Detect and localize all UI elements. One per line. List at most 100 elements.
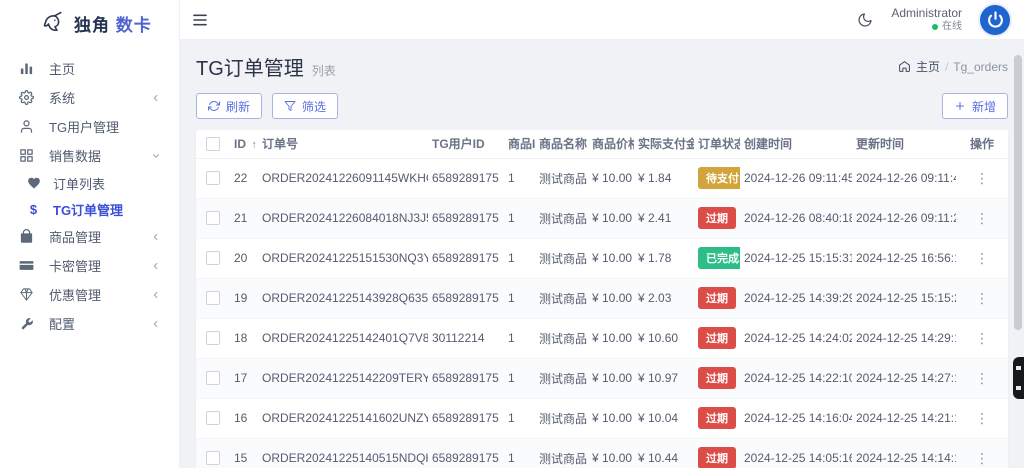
- scrollbar-thumb[interactable]: [1014, 55, 1022, 330]
- cell-paid: ¥ 10.97: [634, 358, 694, 399]
- cell-id: 19: [230, 278, 258, 319]
- row-checkbox[interactable]: [206, 451, 220, 466]
- select-all-checkbox[interactable]: [206, 137, 220, 152]
- column-header: 订单号: [258, 130, 428, 159]
- add-button[interactable]: 新增: [941, 93, 1008, 119]
- status-badge: 已完成: [698, 247, 740, 269]
- heart-icon: [26, 175, 41, 192]
- brand-name: 独角 数卡: [74, 15, 152, 35]
- cell-product_name: 测试商品: [535, 318, 588, 359]
- chevron-left-icon: [151, 232, 161, 242]
- dark-mode-toggle-icon[interactable]: [857, 12, 873, 28]
- gem-icon: [18, 286, 35, 303]
- content: TG订单管理 列表 主页 / Tg_orders 刷新 筛选 新增 ID ↑ 订…: [180, 40, 1024, 468]
- column-header: 商品价格: [588, 130, 634, 159]
- chevron-left-icon: [151, 319, 161, 329]
- cell-created: 2024-12-25 14:24:02: [740, 318, 852, 359]
- sidebar-item-sales-data[interactable]: 销售数据: [0, 141, 179, 170]
- sidebar-item-tg-users[interactable]: TG用户管理: [0, 112, 179, 141]
- chevron-left-icon: [151, 261, 161, 271]
- user-icon: [18, 118, 35, 135]
- brand-logo[interactable]: 独角 数卡: [0, 0, 179, 46]
- status-badge: 过期: [698, 327, 736, 349]
- cell-tg_user_id: 30112214: [428, 318, 504, 359]
- breadcrumb-separator: /: [944, 59, 949, 74]
- row-actions-icon[interactable]: ⋮: [969, 368, 995, 388]
- cell-product_id: 1: [504, 398, 535, 439]
- plus-icon: [954, 100, 966, 112]
- cell-product_name: 测试商品: [535, 398, 588, 439]
- cell-product_name: 测试商品: [535, 238, 588, 279]
- sidebar-item-tg-orders[interactable]: $ TG订单管理: [0, 196, 179, 222]
- sidebar-item-promotions[interactable]: 优惠管理: [0, 280, 179, 309]
- breadcrumb-current: Tg_orders: [953, 59, 1008, 74]
- funnel-icon: [284, 100, 296, 112]
- table-row: 22ORDER20241226091145WKHC4D65892891751测试…: [196, 158, 1008, 199]
- cell-status: 待支付: [694, 158, 740, 199]
- sidebar-item-label: TG用户管理: [49, 120, 120, 135]
- cell-status: 过期: [694, 398, 740, 439]
- chevron-left-icon: [151, 93, 161, 103]
- cell-created: 2024-12-26 08:40:18: [740, 198, 852, 239]
- orders-table: ID ↑订单号TG用户ID商品ID商品名称商品价格实际支付金额订单状态创建时间更…: [196, 130, 1008, 468]
- hamburger-menu-icon[interactable]: [192, 12, 208, 28]
- grid-icon: [18, 147, 35, 164]
- row-actions-icon[interactable]: ⋮: [969, 328, 995, 348]
- cell-price: ¥ 10.00: [588, 318, 634, 359]
- sidebar-item-label: 订单列表: [53, 176, 106, 192]
- sidebar-item-label: 卡密管理: [49, 259, 102, 274]
- user-menu[interactable]: Administrator 在线: [891, 6, 962, 34]
- sidebar-item-label: TG订单管理: [53, 202, 124, 218]
- row-actions-icon[interactable]: ⋮: [969, 208, 995, 228]
- cell-product_id: 1: [504, 238, 535, 279]
- cell-product_id: 1: [504, 438, 535, 468]
- filter-button[interactable]: 筛选: [272, 93, 339, 119]
- cell-created: 2024-12-25 14:39:29: [740, 278, 852, 319]
- cell-id: 20: [230, 238, 258, 279]
- sidebar-item-order-list[interactable]: 订单列表: [0, 170, 179, 196]
- cell-id: 15: [230, 438, 258, 468]
- power-logo-icon: [987, 11, 1004, 28]
- sidebar-item-card-keys[interactable]: 卡密管理: [0, 251, 179, 280]
- status-badge: 过期: [698, 367, 736, 389]
- table-row: 19 ORDER20241225143928Q635CZ 6589289175 1 测试…: [196, 278, 1008, 319]
- table-row: 21 ORDER20241226084018NJ3J5J 6589289175 1 测试…: [196, 198, 1008, 239]
- sidebar-item-products[interactable]: 商品管理: [0, 222, 179, 251]
- row-checkbox[interactable]: [206, 371, 220, 386]
- cell-paid: ¥ 2.03: [634, 278, 694, 319]
- row-checkbox[interactable]: [206, 411, 220, 426]
- breadcrumb-home[interactable]: 主页: [916, 58, 940, 75]
- row-actions-icon[interactable]: ⋮: [969, 448, 995, 468]
- cell-updated: 2024-12-25 15:15:22: [852, 278, 956, 319]
- cell-tg_user_id: 6589289175: [428, 198, 504, 239]
- cell-updated: 2024-12-26 09:11:45: [852, 158, 956, 199]
- row-actions-icon[interactable]: ⋮: [969, 248, 995, 268]
- row-actions-icon[interactable]: ⋮: [969, 288, 995, 308]
- column-header[interactable]: ID ↑: [230, 130, 258, 159]
- cell-product_id: 1: [504, 318, 535, 359]
- sidebar-nav: 主页 系统 TG用户管理销售数据订单列表 $ TG订单管理 商品管理卡密管理优惠管理 配置: [0, 54, 179, 338]
- sidebar-item-config[interactable]: 配置: [0, 309, 179, 338]
- row-checkbox[interactable]: [206, 331, 220, 346]
- avatar[interactable]: [980, 4, 1010, 35]
- sidebar-item-system[interactable]: 系统: [0, 83, 179, 112]
- sidebar-item-home[interactable]: 主页: [0, 54, 179, 83]
- cell-id: 16: [230, 398, 258, 439]
- row-actions-icon[interactable]: ⋮: [969, 408, 995, 428]
- username: Administrator: [891, 5, 962, 20]
- cell-product_id: 1: [504, 358, 535, 399]
- app-window: 独角 数卡 主页 系统 TG用户管理 销售数据 订单列表 $ TG订单管理 商品管理 卡密管理优…: [0, 0, 1024, 468]
- column-header: TG用户ID: [428, 130, 504, 159]
- bar-chart-icon: [18, 60, 35, 77]
- row-checkbox[interactable]: [206, 251, 220, 266]
- drag-handle[interactable]: [1013, 357, 1024, 399]
- refresh-button[interactable]: 刷新: [196, 93, 263, 119]
- row-checkbox[interactable]: [206, 211, 220, 226]
- cell-status: 过期: [694, 358, 740, 399]
- cell-updated: 2024-12-25 14:14:19: [852, 438, 956, 468]
- row-checkbox[interactable]: [206, 171, 220, 186]
- column-header: 商品ID: [504, 130, 535, 159]
- row-checkbox[interactable]: [206, 291, 220, 306]
- cell-created: 2024-12-25 14:22:10: [740, 358, 852, 399]
- row-actions-icon[interactable]: ⋮: [969, 168, 995, 188]
